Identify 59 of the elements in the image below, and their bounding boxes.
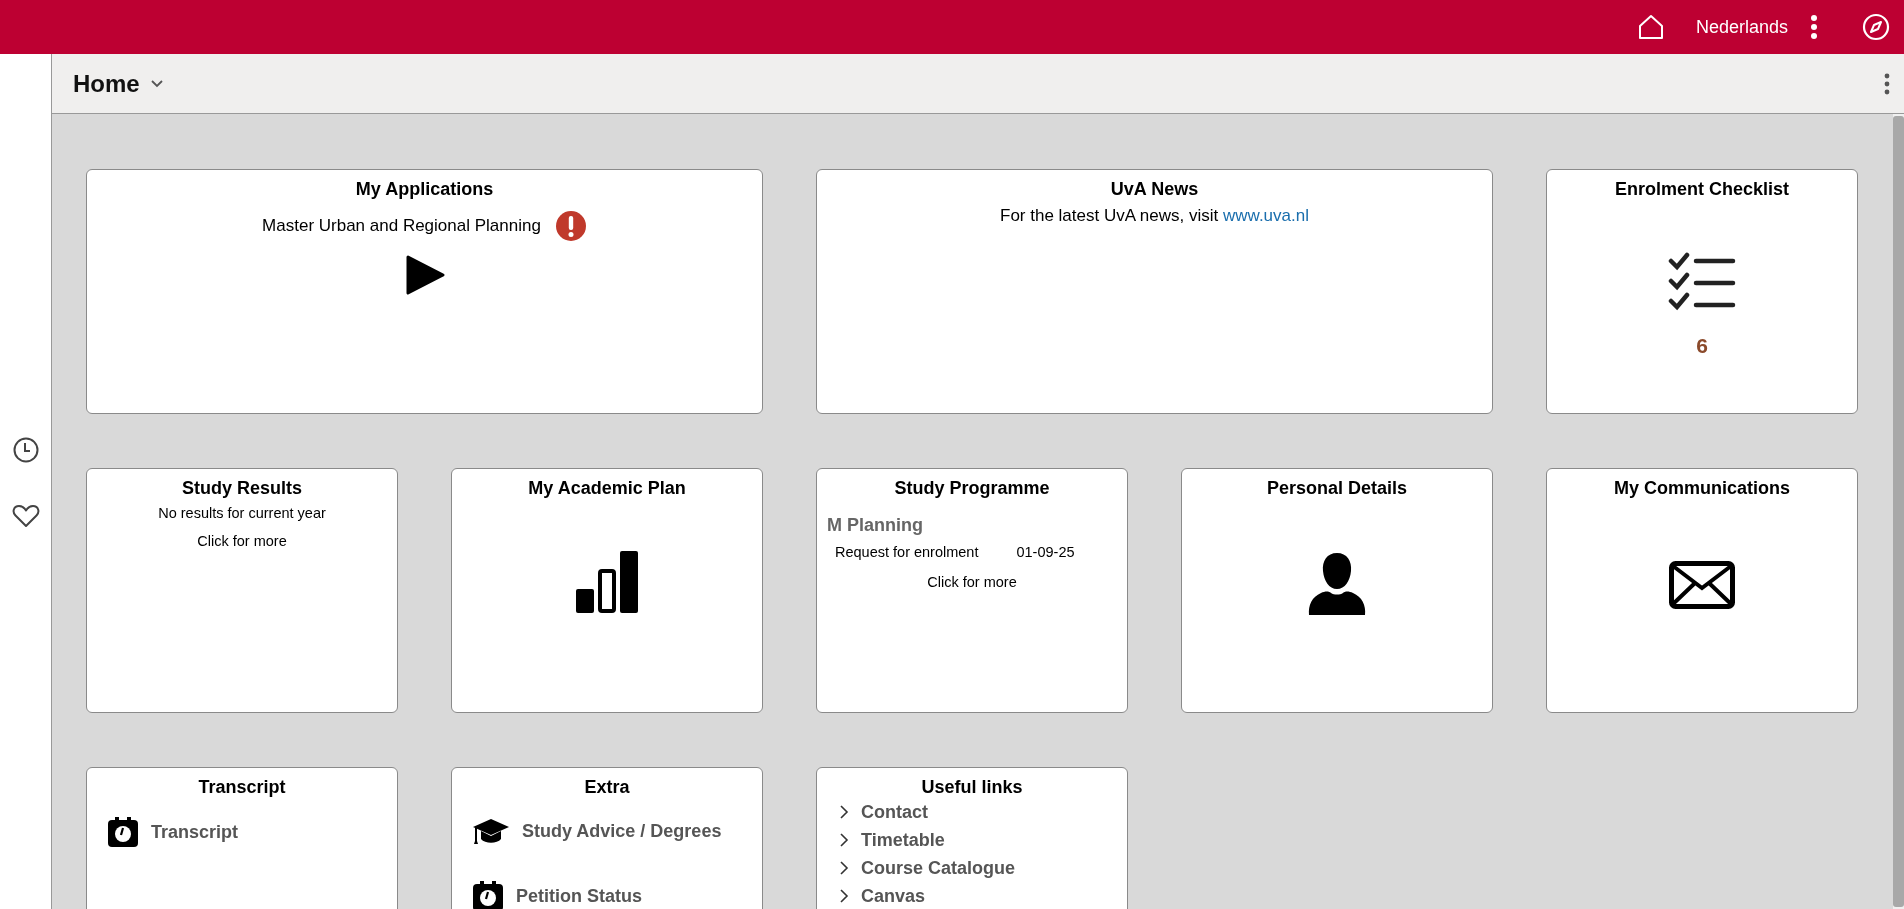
language-link[interactable]: Nederlands — [1695, 16, 1788, 38]
chevron-down-icon[interactable] — [149, 78, 164, 89]
tile-card[interactable]: Personal Details — [1181, 468, 1493, 713]
clock-icon[interactable] — [11, 436, 40, 464]
useful-link[interactable]: Contact — [861, 801, 928, 823]
application-name: Master Urban and Regional Planning — [262, 216, 541, 236]
tile-card[interactable]: Enrolment Checklist 6 — [1546, 169, 1858, 414]
tile-card[interactable]: My Communications — [1546, 468, 1858, 713]
tile-title: My Communications — [1614, 478, 1790, 499]
chevron-right-icon[interactable] — [839, 888, 849, 904]
more-options-icon[interactable] — [1884, 72, 1890, 95]
more-link[interactable]: Click for more — [827, 574, 1117, 590]
person-icon[interactable] — [1307, 551, 1367, 617]
programme-status: Request for enrolment — [835, 544, 979, 560]
news-link[interactable]: www.uva.nl — [1223, 206, 1309, 225]
tile-card[interactable]: Study Programme M Planning Request for enrolment 01-09-25 Click for more — [816, 468, 1128, 713]
tile-title: My Applications — [355, 179, 494, 200]
bar-chart-icon[interactable] — [574, 549, 640, 615]
envelope-icon[interactable] — [1669, 561, 1735, 609]
compass-icon[interactable] — [1862, 13, 1890, 41]
useful-link[interactable]: Course Catalogue — [861, 857, 1016, 879]
page-title[interactable]: Home — [73, 69, 140, 98]
chevron-right-icon[interactable] — [839, 860, 849, 876]
tile-card[interactable]: Useful links Contact Timetable Course Catalogue Canvas — [816, 767, 1128, 909]
heart-icon[interactable] — [11, 503, 40, 529]
tile-title: My Academic Plan — [528, 478, 686, 499]
calendar-clock-icon[interactable] — [107, 816, 139, 848]
results-message: No results for current year — [158, 505, 326, 521]
tile-title: Extra — [584, 777, 630, 798]
chevron-right-icon[interactable] — [839, 832, 849, 848]
tile-title: Transcript — [198, 777, 286, 798]
useful-link[interactable]: Canvas — [861, 885, 926, 907]
news-text: For the latest UvA news, visit www.uva.nl — [1000, 206, 1309, 226]
tile-card[interactable]: Extra Study Advice / Degrees Petition Status — [451, 767, 763, 909]
tile-title: Enrolment Checklist — [1614, 179, 1789, 200]
tile-link[interactable]: Transcript — [151, 821, 239, 843]
useful-link[interactable]: Timetable — [861, 829, 945, 851]
tile-card[interactable]: My Applications Master Urban and Regional Planning — [86, 169, 763, 414]
checklist-count: 6 — [1696, 334, 1708, 358]
calendar-clock-icon[interactable] — [472, 880, 504, 909]
graduation-cap-icon[interactable] — [472, 816, 510, 846]
scrollbar[interactable] — [1893, 114, 1904, 909]
tile-card[interactable]: UvA News For the latest UvA news, visit www.uva.nl — [816, 169, 1493, 414]
programme-date: 01-09-25 — [1016, 544, 1075, 560]
tile-title: Study Programme — [894, 478, 1050, 499]
tile-link[interactable]: Petition Status — [516, 885, 642, 907]
tile-title: Useful links — [921, 777, 1023, 798]
tile-card[interactable]: My Academic Plan — [451, 468, 763, 713]
tile-title: Study Results — [182, 478, 302, 499]
tile-title: Personal Details — [1266, 478, 1408, 499]
tile-card[interactable]: Transcript Transcript — [86, 767, 398, 909]
tile-card[interactable]: Study Results No results for current year Click for more — [86, 468, 398, 713]
tile-link[interactable]: Study Advice / Degrees — [522, 820, 722, 842]
home-icon[interactable] — [1637, 14, 1664, 40]
more-link[interactable]: Click for more — [197, 533, 287, 549]
tile-title: UvA News — [1110, 179, 1199, 200]
more-options-icon[interactable] — [1810, 14, 1818, 40]
chevron-right-icon[interactable] — [839, 804, 849, 820]
programme-name: M Planning — [827, 515, 924, 536]
